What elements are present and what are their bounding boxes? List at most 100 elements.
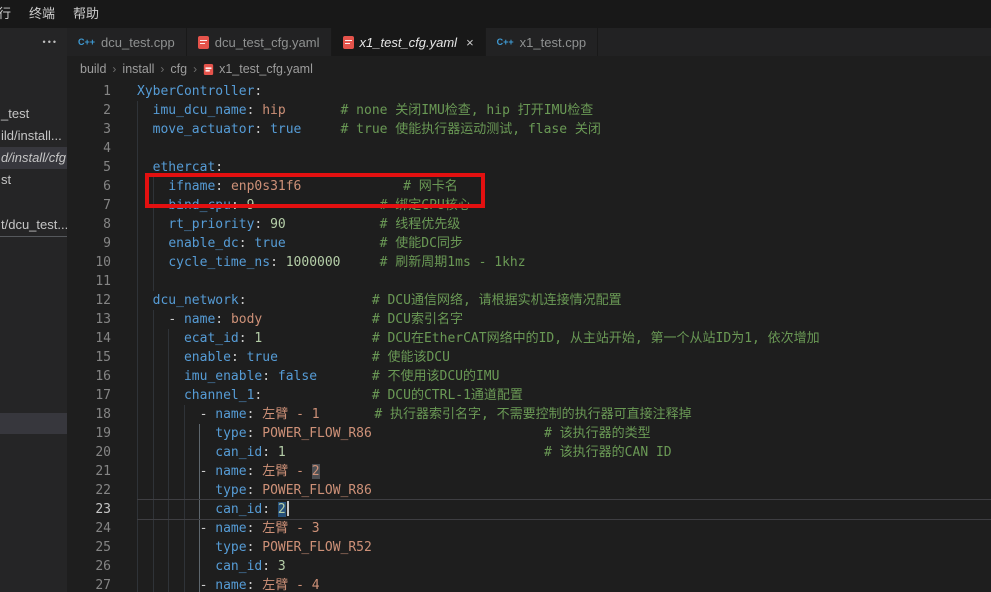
editor[interactable]: 1 XyberController: 2 imu_dcu_name: hip # n… [67, 82, 991, 592]
line-number: 17 [67, 386, 111, 405]
code-line[interactable]: 19 type: POWER_FLOW_R86 # 该执行器的类型 [67, 424, 991, 443]
code-line[interactable]: 9 enable_dc: true # 使能DC同步 [67, 234, 991, 253]
code-line[interactable]: 10 cycle_time_ns: 1000000 # 刷新周期1ms - 1k… [67, 253, 991, 272]
line-number: 1 [67, 82, 111, 101]
line-number: 14 [67, 329, 111, 348]
token: : [262, 369, 278, 384]
line-number: 22 [67, 481, 111, 500]
line-number: 5 [67, 158, 111, 177]
code-line[interactable]: 21 - name: 左臂 - 2 [67, 462, 991, 481]
file-list-highlight-row[interactable] [0, 413, 67, 434]
token [137, 369, 184, 384]
code-line[interactable]: 26 can_id: 3 [67, 557, 991, 576]
code-text: can_id: 2 [111, 500, 991, 519]
code-line[interactable]: 13 - name: body # DCU索引名字 [67, 310, 991, 329]
token: enable [184, 350, 231, 365]
token: 左臂 - 3 [262, 521, 319, 536]
menubar: 运行终端帮助 [0, 0, 991, 28]
tab-x1_test.cpp[interactable]: C++x1_test.cpp [486, 28, 599, 56]
code-line[interactable]: 1XyberController: [67, 82, 991, 101]
menu-item[interactable]: 运行 [0, 0, 20, 28]
token: # DCU索引名字 [372, 312, 463, 327]
tab-x1_test_cfg.yaml[interactable]: x1_test_cfg.yaml × [332, 28, 486, 56]
code-line[interactable]: 15 enable: true # 使能该DCU [67, 348, 991, 367]
code-text: - name: 左臂 - 4 [111, 576, 991, 592]
token: 1000000 [286, 255, 341, 270]
code-line[interactable]: 17 channel_1: # DCU的CTRL-1通道配置 [67, 386, 991, 405]
token: name [215, 521, 246, 536]
more-actions-icon[interactable]: ••• [43, 37, 58, 47]
code-line[interactable]: 27 - name: 左臂 - 4 [67, 576, 991, 592]
token [262, 312, 372, 327]
token: POWER_FLOW_R52 [262, 540, 372, 555]
code-line[interactable]: 14 ecat_id: 1 # DCU在EtherCAT网络中的ID, 从主站开… [67, 329, 991, 348]
file-list-item[interactable]: st [0, 169, 67, 191]
breadcrumb-separator: › [112, 62, 116, 76]
cpp-file-icon: C++ [497, 37, 514, 47]
token: ecat_id [184, 331, 239, 346]
token: - [168, 312, 184, 327]
file-list-item[interactable]: _test [0, 103, 67, 125]
token: # none 关闭IMU检查, hip 打开IMU检查 [341, 103, 594, 118]
vscode-window: 运行终端帮助 ••• _testild/install...d/install/… [0, 0, 991, 592]
left-panel-header: ••• [0, 28, 67, 56]
tab-dcu_test.cpp[interactable]: C++dcu_test.cpp [67, 28, 187, 56]
close-icon[interactable]: × [466, 36, 474, 49]
code-text: - name: 左臂 - 1 # 执行器索引名字, 不需要控制的执行器可直接注释… [111, 405, 991, 424]
code-line[interactable]: 22 type: POWER_FLOW_R86 [67, 481, 991, 500]
breadcrumb-item[interactable]: install [122, 62, 154, 76]
code-line[interactable]: 2 imu_dcu_name: hip # none 关闭IMU检查, hip … [67, 101, 991, 120]
breadcrumb-file[interactable]: x1_test_cfg.yaml [219, 62, 313, 76]
token: XyberController [137, 84, 254, 99]
code-line[interactable]: 3 move_actuator: true # true 使能执行器运动测试, … [67, 120, 991, 139]
token [137, 160, 153, 175]
token: false [278, 369, 317, 384]
code-line[interactable]: 24 - name: 左臂 - 3 [67, 519, 991, 538]
code-line[interactable]: 11 [67, 272, 991, 291]
code-line[interactable]: 25 type: POWER_FLOW_R52 [67, 538, 991, 557]
line-number: 8 [67, 215, 111, 234]
token: : [231, 350, 247, 365]
breadcrumb-item[interactable]: build [80, 62, 106, 76]
code-text: enable: true # 使能该DCU [111, 348, 991, 367]
token: name [215, 407, 246, 422]
token: true [254, 236, 285, 251]
word-highlight: 2 [312, 464, 320, 479]
file-list-item[interactable]: ild/install... [0, 125, 67, 147]
left-panel: ••• _testild/install...d/install/cfgst t/… [0, 28, 67, 592]
token [137, 236, 168, 251]
token: can_id [215, 559, 262, 574]
token [137, 407, 200, 422]
token [137, 122, 153, 137]
tab-dcu_test_cfg.yaml[interactable]: dcu_test_cfg.yaml [187, 28, 332, 56]
code-line[interactable]: 23 can_id: 2 [67, 500, 991, 519]
menu-item[interactable]: 终端 [20, 0, 64, 28]
code-text: imu_dcu_name: hip # none 关闭IMU检查, hip 打开… [111, 101, 991, 120]
token: 左臂 - [262, 464, 311, 479]
token: POWER_FLOW_R86 [262, 483, 372, 498]
token: cycle_time_ns [168, 255, 270, 270]
file-list-item[interactable]: t/dcu_test... [0, 214, 67, 237]
code-line[interactable]: 5 ethercat: [67, 158, 991, 177]
token [137, 559, 215, 574]
file-list-item[interactable]: d/install/cfg [0, 147, 67, 169]
code-line[interactable]: 8 rt_priority: 90 # 线程优先级 [67, 215, 991, 234]
tab-label: x1_test_cfg.yaml [360, 35, 458, 50]
code-line[interactable]: 16 imu_enable: false # 不使用该DCU的IMU [67, 367, 991, 386]
code-line[interactable]: 20 can_id: 1 # 该执行器的CAN ID [67, 443, 991, 462]
code-line[interactable]: 7 bind_cpu: 9 # 绑定CPU核心 [67, 196, 991, 215]
code-line[interactable]: 18 - name: 左臂 - 1 # 执行器索引名字, 不需要控制的执行器可直… [67, 405, 991, 424]
token: # 刷新周期1ms - 1khz [380, 255, 526, 270]
token [286, 217, 380, 232]
token: 左臂 - 4 [262, 578, 319, 592]
token: enable_dc [168, 236, 238, 251]
code-line[interactable]: 12 dcu_network: # DCU通信网络, 请根据实机连接情况配置 [67, 291, 991, 310]
token [278, 350, 372, 365]
token: : [254, 217, 270, 232]
code-text: type: POWER_FLOW_R86 [111, 481, 991, 500]
breadcrumb-item[interactable]: cfg [170, 62, 187, 76]
code-line[interactable]: 4 [67, 139, 991, 158]
menu-item[interactable]: 帮助 [64, 0, 108, 28]
token: # DCU通信网络, 请根据实机连接情况配置 [372, 293, 622, 308]
code-line[interactable]: 6 ifname: enp0s31f6 # 网卡名 [67, 177, 991, 196]
